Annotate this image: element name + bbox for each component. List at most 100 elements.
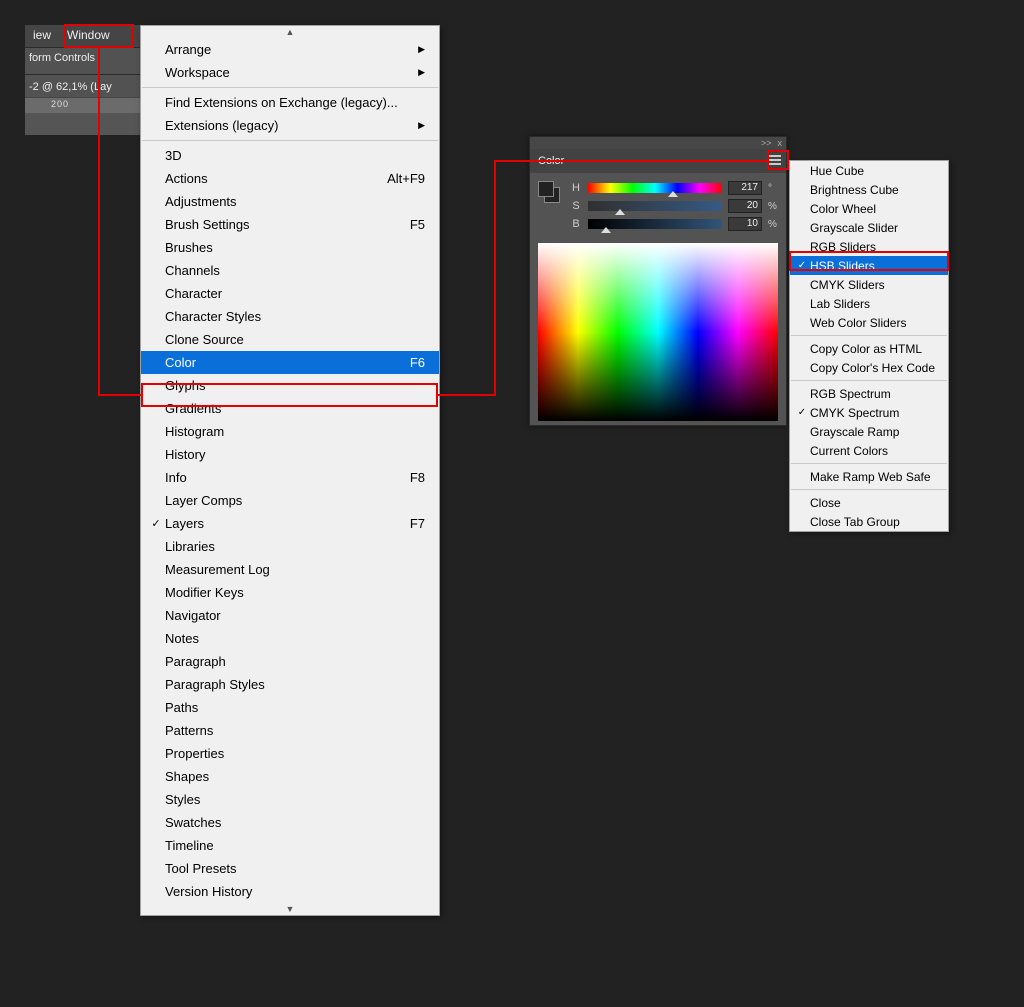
flyout-item-web-color-sliders[interactable]: Web Color Sliders [790,313,948,332]
window-menu-item-gradients[interactable]: Gradients [141,397,439,420]
window-menu-item-histogram[interactable]: Histogram [141,420,439,443]
window-menu-item-swatches[interactable]: Swatches [141,811,439,834]
bri-row: B 10 % [570,215,778,233]
hue-value[interactable]: 217 [728,181,762,195]
submenu-arrow-icon: ▶ [418,44,425,55]
menu-item-label: Shapes [165,769,425,784]
bri-handle[interactable] [601,227,611,233]
annotation-line-2v [494,160,496,396]
window-menu-item-character-styles[interactable]: Character Styles [141,305,439,328]
window-menu-item-paths[interactable]: Paths [141,696,439,719]
menu-item-label: Glyphs [165,378,425,393]
collapse-icon[interactable]: >> [761,138,772,148]
window-menu-item-patterns[interactable]: Patterns [141,719,439,742]
flyout-item-copy-color-as-html[interactable]: Copy Color as HTML [790,339,948,358]
window-menu-item-clone-source[interactable]: Clone Source [141,328,439,351]
window-menu-item-measurement-log[interactable]: Measurement Log [141,558,439,581]
menu-item-label: History [165,447,425,462]
color-tab[interactable]: Color [538,155,564,167]
window-menu-item-libraries[interactable]: Libraries [141,535,439,558]
window-menu-item-workspace[interactable]: Workspace▶ [141,61,439,84]
flyout-item-hue-cube[interactable]: Hue Cube [790,161,948,180]
flyout-item-label: Close [810,496,938,510]
color-swatches[interactable] [538,181,562,205]
flyout-item-label: Brightness Cube [810,183,938,197]
flyout-item-cmyk-sliders[interactable]: CMYK Sliders [790,275,948,294]
menu-item-label: Color [165,355,410,370]
flyout-item-close[interactable]: Close [790,493,948,512]
submenu-arrow-icon: ▶ [418,67,425,78]
window-menu-item-3d[interactable]: 3D [141,144,439,167]
window-menu-item-actions[interactable]: ActionsAlt+F9 [141,167,439,190]
flyout-item-make-ramp-web-safe[interactable]: Make Ramp Web Safe [790,467,948,486]
bri-slider[interactable] [588,219,722,229]
flyout-item-current-colors[interactable]: Current Colors [790,441,948,460]
window-menu-item-layers[interactable]: ✓LayersF7 [141,512,439,535]
window-menu-item-layer-comps[interactable]: Layer Comps [141,489,439,512]
menu-item-shortcut: F6 [410,355,425,370]
flyout-item-rgb-sliders[interactable]: RGB Sliders [790,237,948,256]
window-menu-item-arrange[interactable]: Arrange▶ [141,38,439,61]
menu-separator [791,489,947,490]
window-menu-item-modifier-keys[interactable]: Modifier Keys [141,581,439,604]
sat-handle[interactable] [615,209,625,215]
sat-value[interactable]: 20 [728,199,762,213]
flyout-item-color-wheel[interactable]: Color Wheel [790,199,948,218]
window-menu-item-version-history[interactable]: Version History [141,880,439,903]
window-menu-item-timeline[interactable]: Timeline [141,834,439,857]
flyout-item-close-tab-group[interactable]: Close Tab Group [790,512,948,531]
sat-slider[interactable] [588,201,722,211]
window-menu-item-brushes[interactable]: Brushes [141,236,439,259]
flyout-item-rgb-spectrum[interactable]: RGB Spectrum [790,384,948,403]
flyout-item-cmyk-spectrum[interactable]: ✓CMYK Spectrum [790,403,948,422]
menu-item-label: Info [165,470,410,485]
menu-separator [142,87,438,88]
window-menu-item-shapes[interactable]: Shapes [141,765,439,788]
flyout-item-lab-sliders[interactable]: Lab Sliders [790,294,948,313]
menu-item-label: 3D [165,148,425,163]
window-menu-item-character[interactable]: Character [141,282,439,305]
window-menu-item-paragraph[interactable]: Paragraph [141,650,439,673]
window-menu-item-paragraph-styles[interactable]: Paragraph Styles [141,673,439,696]
window-menu-item-properties[interactable]: Properties [141,742,439,765]
color-spectrum[interactable] [538,243,778,421]
window-menu-item-info[interactable]: InfoF8 [141,466,439,489]
hue-slider[interactable] [588,183,722,193]
flyout-item-label: RGB Sliders [810,240,938,254]
flyout-item-brightness-cube[interactable]: Brightness Cube [790,180,948,199]
window-menu-item-history[interactable]: History [141,443,439,466]
submenu-arrow-icon: ▶ [418,120,425,131]
menu-window[interactable]: Window [59,25,118,47]
window-menu-item-styles[interactable]: Styles [141,788,439,811]
window-menu-item-tool-presets[interactable]: Tool Presets [141,857,439,880]
panel-menu-icon[interactable] [766,153,782,167]
menu-item-label: Navigator [165,608,425,623]
menu-scroll-up-icon[interactable]: ▲ [141,26,439,38]
menu-separator [142,140,438,141]
flyout-item-grayscale-slider[interactable]: Grayscale Slider [790,218,948,237]
menu-item-label: Swatches [165,815,425,830]
flyout-item-grayscale-ramp[interactable]: Grayscale Ramp [790,422,948,441]
window-menu-item-notes[interactable]: Notes [141,627,439,650]
menu-scroll-down-icon[interactable]: ▼ [141,903,439,915]
window-menu-item-color[interactable]: ColorF6 [141,351,439,374]
hue-handle[interactable] [668,191,678,197]
checkmark-icon: ✓ [794,260,810,271]
window-menu-item-channels[interactable]: Channels [141,259,439,282]
flyout-item-hsb-sliders[interactable]: ✓HSB Sliders [790,256,948,275]
window-menu-item-find-extensions-on-exchange-legacy[interactable]: Find Extensions on Exchange (legacy)... [141,91,439,114]
window-menu-item-adjustments[interactable]: Adjustments [141,190,439,213]
foreground-swatch[interactable] [538,181,554,197]
flyout-item-copy-color-s-hex-code[interactable]: Copy Color's Hex Code [790,358,948,377]
close-icon[interactable]: x [778,138,783,148]
menu-item-label: Find Extensions on Exchange (legacy)... [165,95,425,110]
document-tab[interactable]: -2 @ 62,1% (Lay [25,75,140,97]
ruler-tick: 200 [51,99,69,109]
window-menu-item-extensions-legacy[interactable]: Extensions (legacy)▶ [141,114,439,137]
window-menu-item-brush-settings[interactable]: Brush SettingsF5 [141,213,439,236]
menu-view[interactable]: iew [25,25,59,47]
window-menu-item-navigator[interactable]: Navigator [141,604,439,627]
window-menu-item-glyphs[interactable]: Glyphs [141,374,439,397]
bri-value[interactable]: 10 [728,217,762,231]
menu-item-label: Character Styles [165,309,425,324]
